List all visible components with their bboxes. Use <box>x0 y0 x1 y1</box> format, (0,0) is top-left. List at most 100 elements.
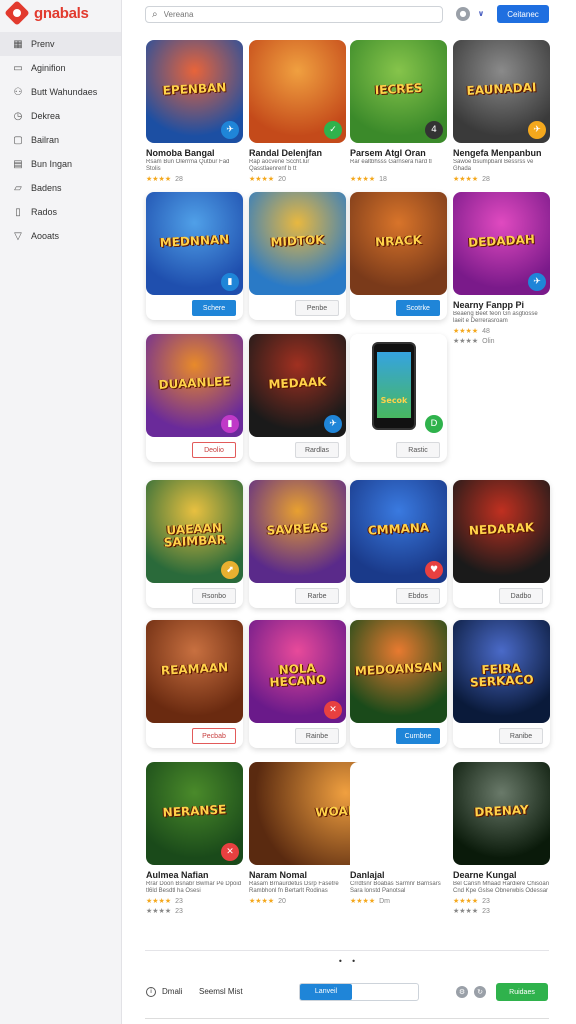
footer-label-1[interactable]: Dmali <box>162 987 182 996</box>
badge-icon[interactable]: ✕ <box>221 843 239 861</box>
toggle-active-option[interactable]: Lanveil <box>300 984 352 1000</box>
game-card[interactable]: UAEAAN SAIMBAR ⬈ Rsonbo <box>146 480 243 608</box>
card-action-button[interactable]: Rainbe <box>295 728 339 744</box>
game-thumbnail[interactable]: REAMAAN <box>146 620 243 723</box>
card-title[interactable]: Aulmea Nafian <box>146 870 209 880</box>
view-toggle[interactable]: Lanveil <box>299 983 419 1001</box>
card-title[interactable]: Nengefa Menpanbun <box>453 148 542 158</box>
card-action-button[interactable]: Rardlas <box>295 442 339 458</box>
game-card[interactable]: ✓ Randal Delenjfan Rap aocvene Sccht.lur Q… <box>249 40 346 200</box>
game-card[interactable]: Secok D Rastic <box>350 334 447 462</box>
card-action-button[interactable]: Rsonbo <box>192 588 236 604</box>
game-thumbnail[interactable]: DEDADAH ✈ <box>453 192 550 295</box>
game-thumbnail[interactable]: UAEAAN SAIMBAR ⬈ <box>146 480 243 583</box>
game-card[interactable]: WOANCK✕Naram NomalRasam Brnaurdetus Dsrp… <box>249 762 442 922</box>
game-card[interactable]: DRENAY Dearne Kungal Bel Cansh Mhaad Rardi… <box>453 762 550 922</box>
card-action-button[interactable]: Rastic <box>396 442 440 458</box>
game-thumbnail[interactable]: NOLA HECANO ✕ <box>249 620 346 723</box>
badge-icon[interactable]: 4 <box>425 121 443 139</box>
game-card[interactable]: IECRES 4 Parsem Atgl Oran Rar ealtbhsss Gar… <box>350 40 447 200</box>
badge-icon[interactable]: ✈ <box>324 415 342 433</box>
game-thumbnail[interactable]: SAVREAS <box>249 480 346 583</box>
sidebar-item-1[interactable]: ▭ Aginifion <box>0 56 121 80</box>
app-logo[interactable]: gnabals <box>4 0 89 26</box>
card-title[interactable]: Danlajal <box>350 870 385 880</box>
card-action-button[interactable]: Schere <box>192 300 236 316</box>
game-thumbnail[interactable]: CMMANA ♥ <box>350 480 447 583</box>
sidebar-item-2[interactable]: ⚇ Butt Wahundaes <box>0 80 121 104</box>
card-action-button[interactable]: Ebdos <box>396 588 440 604</box>
badge-icon[interactable]: ✈ <box>528 121 546 139</box>
game-card[interactable]: EPENBAN ✈ Nomoba Bangal Rsam Bun Olerrma Qu… <box>146 40 243 200</box>
badge-icon[interactable]: ⬈ <box>221 561 239 579</box>
game-card[interactable]: FEIRA SERKACO Ranibe <box>453 620 550 748</box>
game-thumbnail[interactable]: NEDARAK <box>453 480 550 583</box>
game-thumbnail[interactable]: EPENBAN ✈ <box>146 40 243 143</box>
game-thumbnail[interactable]: Secok D <box>350 334 447 437</box>
game-card[interactable]: MEDAAK ✈ Rardlas <box>249 334 346 462</box>
pagination-dots[interactable]: • • <box>338 957 359 966</box>
game-card[interactable]: CMMANA ♥ Ebdos <box>350 480 447 608</box>
badge-icon[interactable]: ✕ <box>324 701 342 719</box>
footer-label-2[interactable]: Seemsl Mist <box>199 987 243 996</box>
game-card[interactable]: MEDOANSAN Curnbne <box>350 620 447 748</box>
settings-icon[interactable]: ⚙ <box>456 986 468 998</box>
card-action-button[interactable]: Curnbne <box>396 728 440 744</box>
header-action-button[interactable]: Ceitanec <box>497 5 549 23</box>
sidebar-item-6[interactable]: ▱ Badens <box>0 176 121 200</box>
game-card[interactable]: EAUNADAI ✈ Nengefa Menpanbun Sawoe bsumpban… <box>453 40 550 200</box>
badge-icon[interactable]: ♥ <box>425 561 443 579</box>
game-thumbnail[interactable]: NRACK <box>350 192 447 295</box>
sidebar-item-3[interactable]: ◷ Dekrea <box>0 104 121 128</box>
game-card[interactable]: NERANSE ✕ Aulmea Nafian Rrar Doon Bsnabr Bw… <box>146 762 243 922</box>
card-action-button[interactable]: Penbe <box>295 300 339 316</box>
chevron-icon[interactable]: ∨ <box>474 7 488 21</box>
badge-icon[interactable]: ✓ <box>324 121 342 139</box>
game-card[interactable]: NOLA HECANO ✕ Rainbe <box>249 620 346 748</box>
badge-icon[interactable]: D <box>425 415 443 433</box>
game-thumbnail[interactable]: MEDNNAN ▮ <box>146 192 243 295</box>
card-action-button[interactable]: Deolio <box>192 442 236 458</box>
card-title[interactable]: Naram Nomal <box>249 870 307 880</box>
badge-icon[interactable]: ✈ <box>221 121 239 139</box>
info-icon[interactable]: i <box>146 987 156 997</box>
game-thumbnail[interactable]: MEDOANSAN <box>350 620 447 723</box>
search-input[interactable] <box>163 10 404 19</box>
refresh-icon[interactable]: ↻ <box>474 986 486 998</box>
badge-icon[interactable]: ▮ <box>221 415 239 433</box>
game-thumbnail[interactable]: MEDAAK ✈ <box>249 334 346 437</box>
game-thumbnail[interactable]: ✓ <box>249 40 346 143</box>
game-card[interactable]: REAMAAN Pecbab <box>146 620 243 748</box>
sidebar-item-0[interactable]: ▦ Prenv <box>0 32 121 56</box>
badge-icon[interactable]: ✈ <box>528 273 546 291</box>
game-thumbnail[interactable]: IECRES 4 <box>350 40 447 143</box>
card-title[interactable]: Nomoba Bangal <box>146 148 215 158</box>
game-card[interactable]: NEDARAK Dadbo <box>453 480 550 608</box>
game-thumbnail[interactable]: DUAANLEE ▮ <box>146 334 243 437</box>
game-card[interactable]: DUAANLEE ▮ Deolio <box>146 334 243 462</box>
badge-icon[interactable]: ▮ <box>221 273 239 291</box>
search-bar[interactable]: ⌕ <box>145 6 443 23</box>
profile-icon[interactable]: ● <box>456 7 470 21</box>
sidebar-item-4[interactable]: ▢ Bailran <box>0 128 121 152</box>
card-title[interactable]: Dearne Kungal <box>453 870 517 880</box>
game-card[interactable]: Danlajal Crrdtsnr Boabas Sarmnr Barnsars … <box>350 762 447 922</box>
card-action-button[interactable]: Ranibe <box>499 728 543 744</box>
game-card[interactable]: SAVREAS Rarbe <box>249 480 346 608</box>
game-card[interactable]: DEDADAH ✈ Nearny Fanpp Pi Beaeng Beet feon … <box>453 192 550 352</box>
card-title[interactable]: Parsem Atgl Oran <box>350 148 426 158</box>
card-action-button[interactable]: Dadbo <box>499 588 543 604</box>
game-thumbnail[interactable]: EAUNADAI ✈ <box>453 40 550 143</box>
game-card[interactable]: NRACK Scotrke <box>350 192 447 320</box>
sidebar-item-5[interactable]: ▤ Bun Ingan <box>0 152 121 176</box>
footer-action-button[interactable]: Ruidaes <box>496 983 548 1001</box>
card-title[interactable]: Randal Delenjfan <box>249 148 322 158</box>
game-thumbnail[interactable]: MIDTOK <box>249 192 346 295</box>
card-action-button[interactable]: Scotrke <box>396 300 440 316</box>
game-thumbnail[interactable]: FEIRA SERKACO <box>453 620 550 723</box>
sidebar-item-7[interactable]: ▯ Rados <box>0 200 121 224</box>
game-card[interactable]: MEDNNAN ▮ Schere <box>146 192 243 320</box>
game-card[interactable]: MIDTOK Penbe <box>249 192 346 320</box>
sidebar-item-8[interactable]: ▽ Aooats <box>0 224 121 248</box>
card-title[interactable]: Nearny Fanpp Pi <box>453 300 524 310</box>
